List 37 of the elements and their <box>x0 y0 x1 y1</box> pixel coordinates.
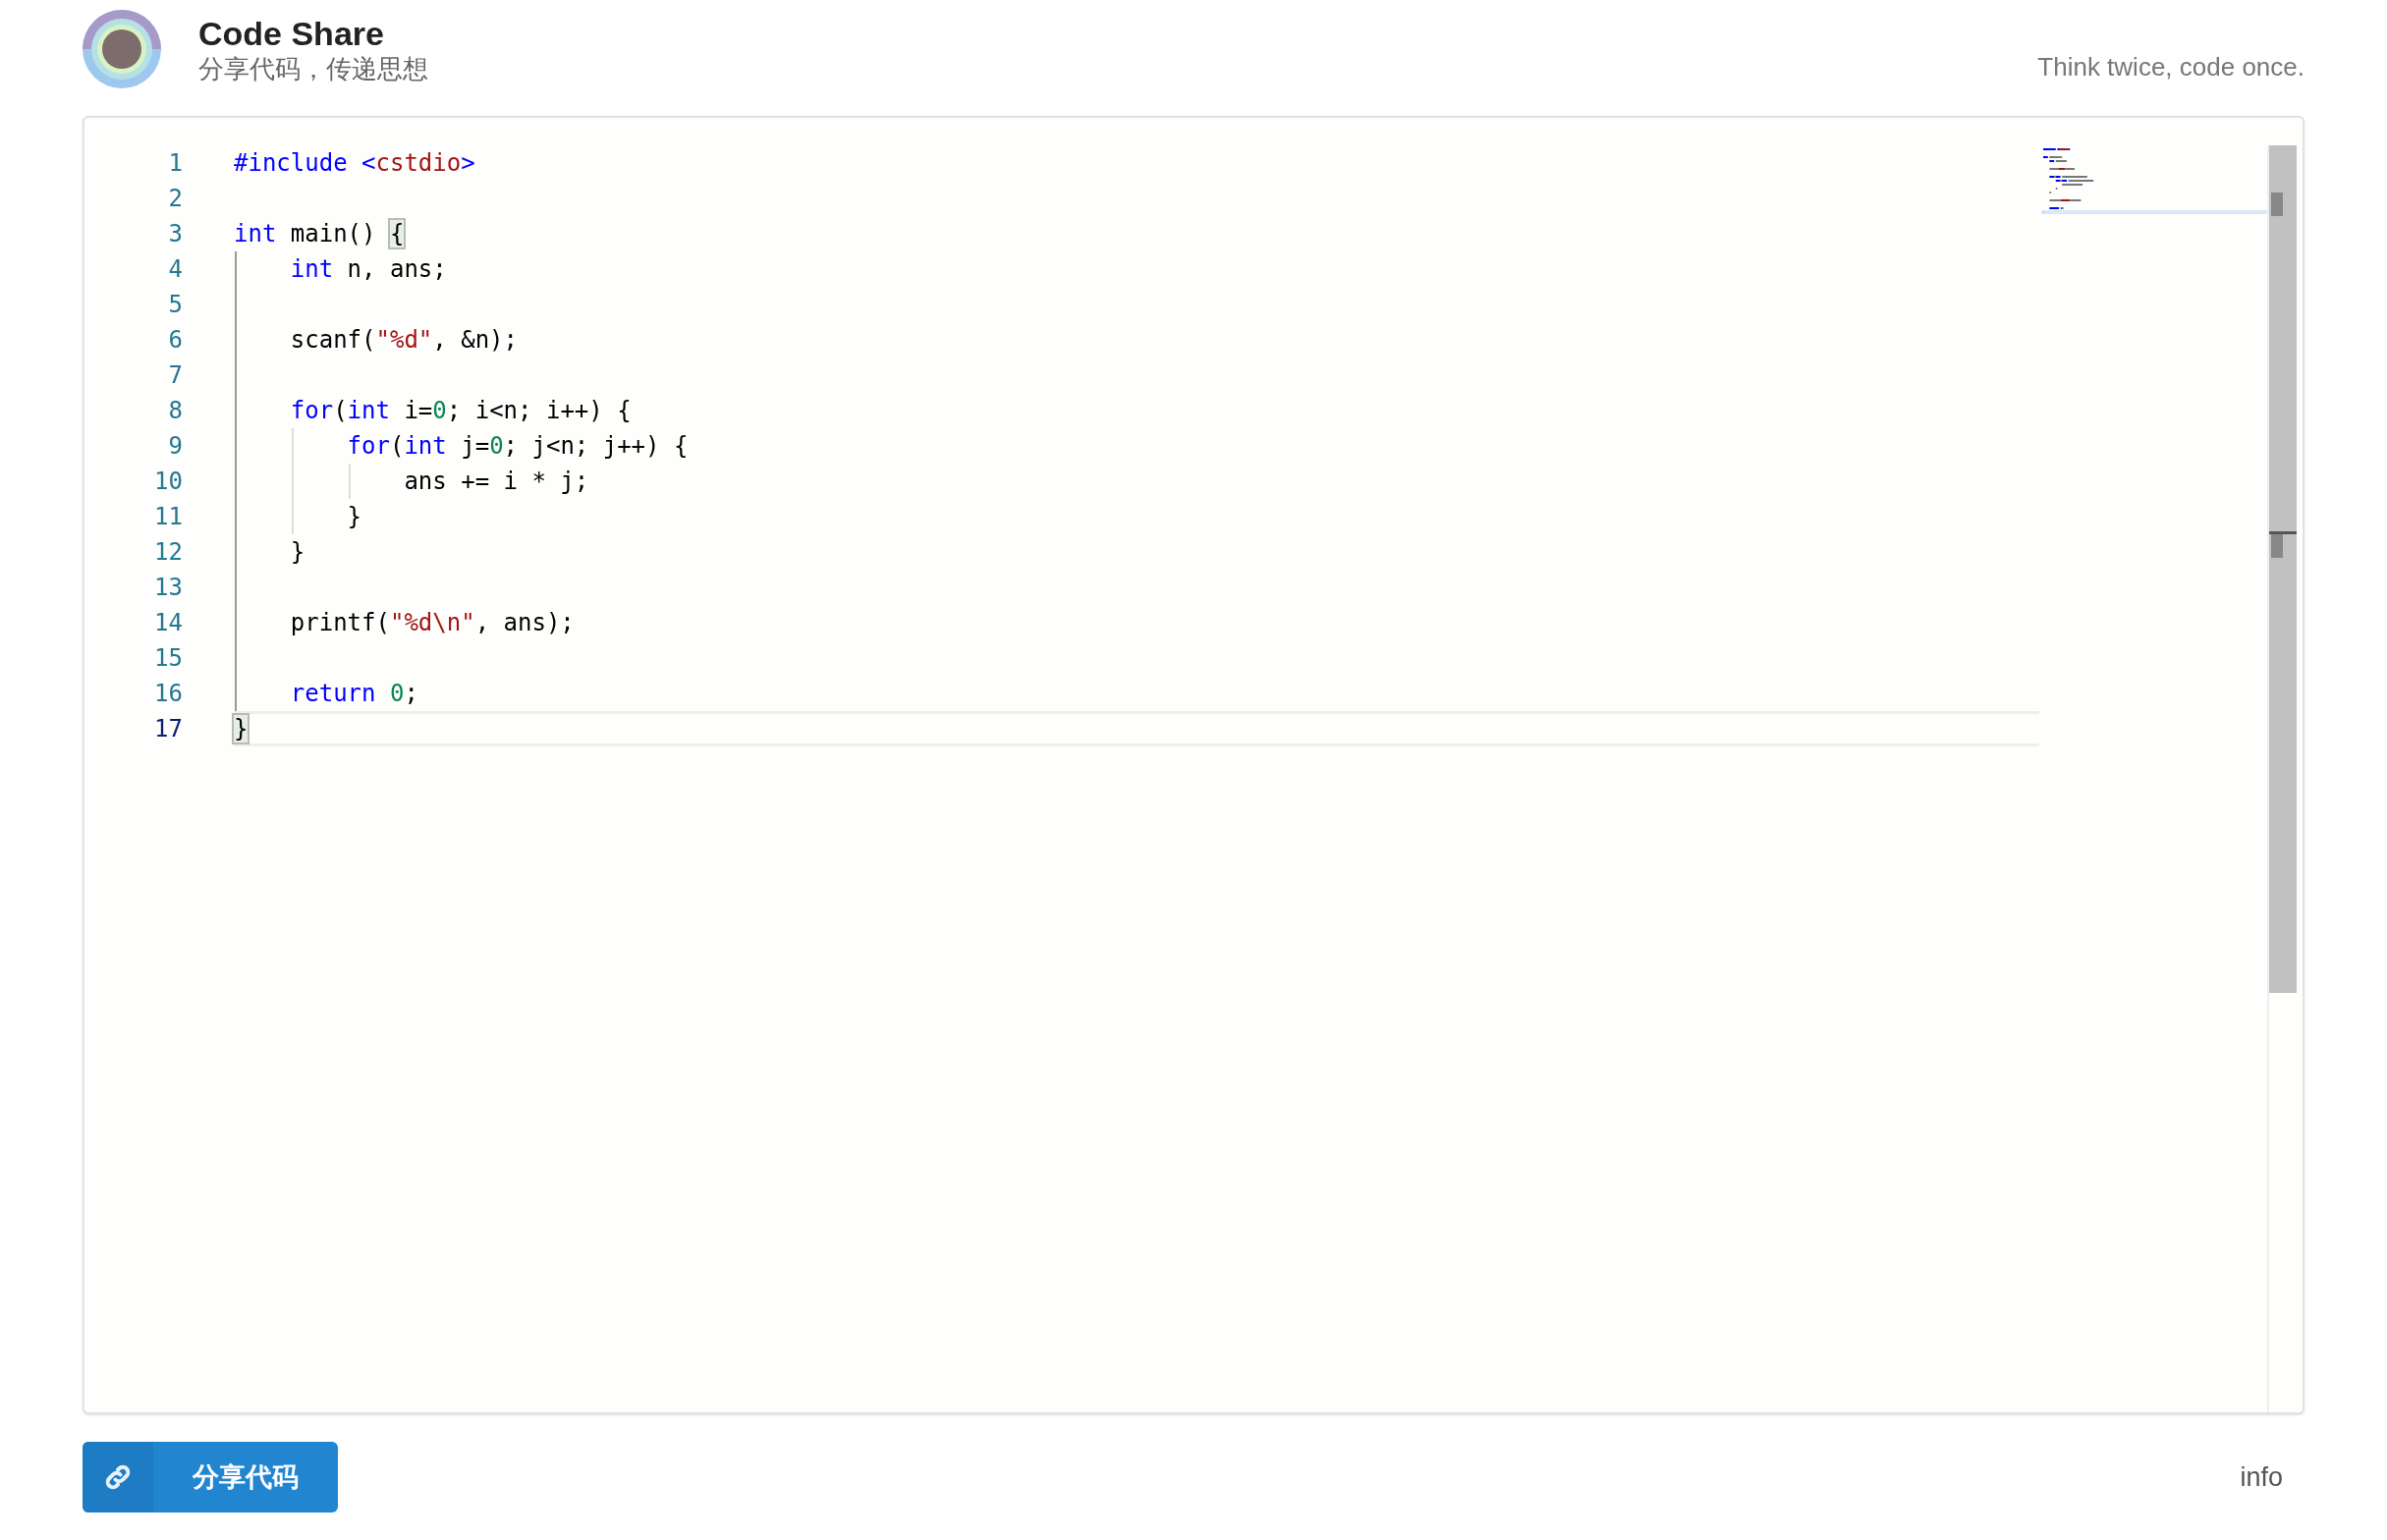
code-line: for(int j=0; j<n; j++) { <box>346 431 689 462</box>
line-number: 9 <box>167 431 183 462</box>
site-subtitle: 分享代码，传递思想 <box>198 53 428 84</box>
logo-icon <box>83 10 161 88</box>
line-number: 11 <box>153 502 183 532</box>
scrollbar-thumb[interactable] <box>2271 192 2283 216</box>
line-number: 12 <box>153 537 183 568</box>
line-number: 5 <box>167 290 183 320</box>
share-button[interactable]: 分享代码 <box>83 1442 338 1512</box>
line-number: 2 <box>167 184 183 214</box>
info-link[interactable]: info <box>2240 1457 2283 1498</box>
line-number: 17 <box>153 714 183 744</box>
line-number: 6 <box>167 325 183 356</box>
code-line: } <box>346 502 362 532</box>
code-line: return 0; <box>289 679 418 709</box>
code-line: scanf("%d", &n); <box>289 325 518 356</box>
link-icon <box>103 1462 133 1492</box>
code-line: int main() { <box>234 219 405 249</box>
line-number: 14 <box>153 608 183 638</box>
scrollbar-track[interactable] <box>2269 145 2297 993</box>
line-number: 3 <box>167 219 183 249</box>
site-title: Code Share <box>198 14 385 53</box>
code-line: #include <cstdio> <box>234 148 475 179</box>
code-line: ans += i * j; <box>403 467 589 497</box>
tagline: Think twice, code once. <box>2037 51 2304 83</box>
line-number: 10 <box>153 467 183 497</box>
line-number: 16 <box>153 679 183 709</box>
line-number: 1 <box>167 148 183 179</box>
code-line: for(int i=0; i<n; i++) { <box>289 396 632 426</box>
code-line: int n, ans; <box>289 254 447 285</box>
code-line: printf("%d\n", ans); <box>289 608 575 638</box>
line-number: 15 <box>153 643 183 674</box>
line-number: 4 <box>167 254 183 285</box>
code-line: } <box>289 537 305 568</box>
line-number: 13 <box>153 573 183 603</box>
line-number: 7 <box>167 360 183 391</box>
line-number: 8 <box>167 396 183 426</box>
